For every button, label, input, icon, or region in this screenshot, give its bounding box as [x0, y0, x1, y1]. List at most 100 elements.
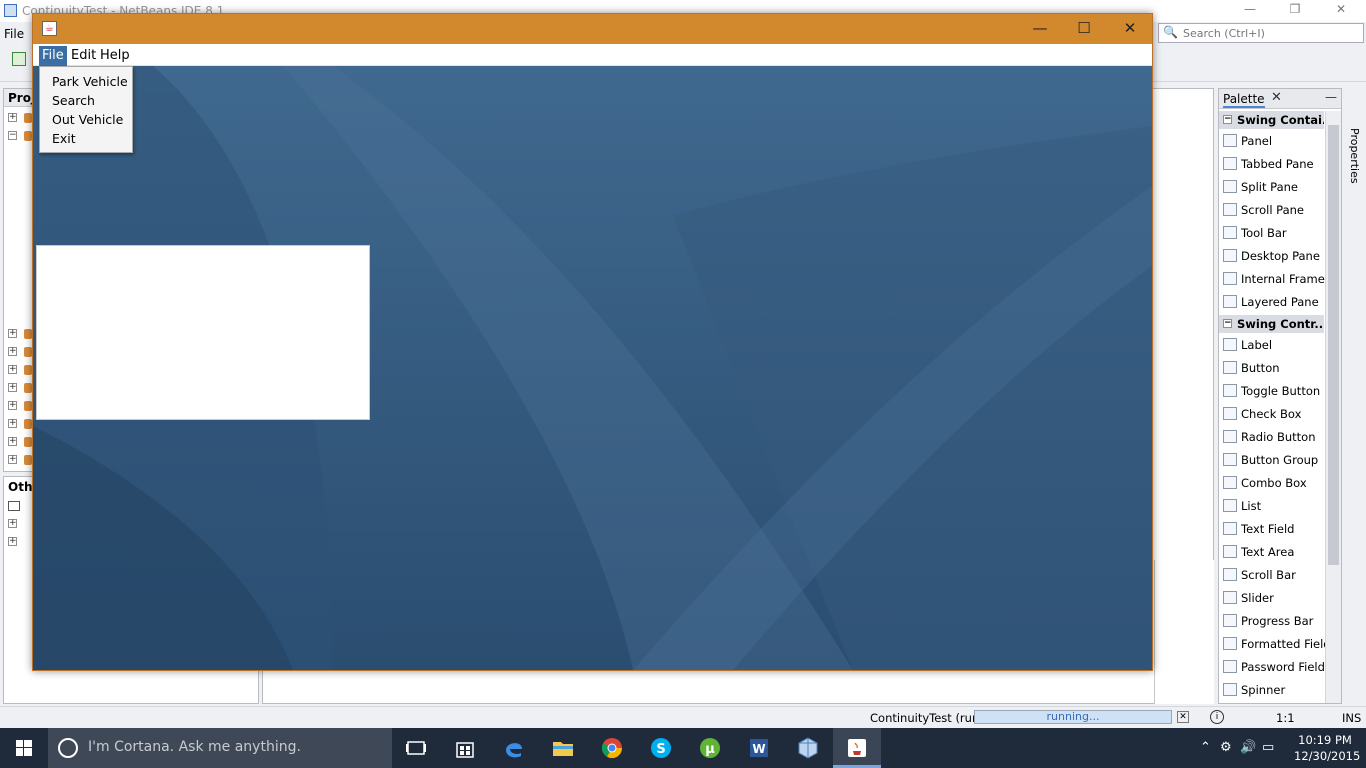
palette-item-tabbed-pane[interactable]: Tabbed Pane	[1219, 154, 1324, 177]
progress-text: running...	[1046, 710, 1100, 723]
menu-item-park-vehicle[interactable]: Park Vehicle	[40, 72, 132, 91]
collapse-icon[interactable]: −	[1223, 319, 1232, 328]
tabbed-pane-icon	[1223, 157, 1237, 170]
tree-collapse-icon[interactable]: −	[8, 131, 17, 140]
new-project-icon[interactable]	[12, 52, 26, 66]
palette-item-radio-button[interactable]: Radio Button	[1219, 427, 1324, 450]
output-area	[1154, 560, 1214, 704]
svg-text:S: S	[656, 742, 665, 757]
tree-expand-icon[interactable]: +	[8, 329, 17, 338]
scroll-pane-icon	[1223, 203, 1237, 216]
edge-app[interactable]	[490, 728, 538, 768]
palette-item-text-area[interactable]: Text Area	[1219, 542, 1324, 565]
palette-item-password-field[interactable]: Password Field	[1219, 657, 1325, 680]
system-tray: ⌃ ⚙ 🔊 ▭ 10:19 PM 12/30/2015	[1196, 728, 1366, 768]
palette-section-swing-containers[interactable]: − Swing Contai...	[1219, 111, 1324, 129]
palette-item-check-box[interactable]: Check Box	[1219, 404, 1324, 427]
tree-expand-icon[interactable]: +	[8, 401, 17, 410]
spinner-icon	[1223, 683, 1237, 696]
palette-item-scroll-bar[interactable]: Scroll Bar	[1219, 565, 1324, 588]
chrome-app[interactable]	[588, 728, 636, 768]
palette-item-desktop-pane[interactable]: Desktop Pane	[1219, 246, 1324, 269]
collapse-icon[interactable]: −	[1223, 115, 1232, 124]
palette-item-label[interactable]: Label	[1219, 335, 1324, 358]
skype-app[interactable]: S	[637, 728, 685, 768]
tree-expand-icon[interactable]: +	[8, 347, 17, 356]
menu-item-exit[interactable]: Exit	[40, 129, 132, 148]
project-icon	[24, 365, 32, 375]
tree-expand-icon[interactable]: +	[8, 537, 17, 546]
volume-icon[interactable]: 🔊	[1240, 740, 1256, 755]
ide-menu-file[interactable]: File	[4, 27, 24, 41]
tree-expand-icon[interactable]: +	[8, 455, 17, 464]
close-button[interactable]: ✕	[1113, 18, 1147, 40]
ide-search-input[interactable]	[1183, 24, 1361, 42]
virtualbox-app[interactable]	[784, 728, 832, 768]
chevron-up-icon[interactable]: ⌃	[1200, 740, 1211, 755]
network-icon[interactable]: ▭	[1262, 740, 1274, 755]
palette-item-slider[interactable]: Slider	[1219, 588, 1324, 611]
palette-item-text-field[interactable]: Text Field	[1219, 519, 1324, 542]
palette-section-swing-controls[interactable]: − Swing Contr...	[1219, 315, 1324, 333]
menu-help[interactable]: Help	[97, 46, 133, 66]
windows-logo-icon	[16, 740, 32, 756]
tree-expand-icon[interactable]: +	[8, 383, 17, 392]
tree-expand-icon[interactable]: +	[8, 437, 17, 446]
palette-item-formatted-field[interactable]: Formatted Field	[1219, 634, 1331, 657]
notification-icon[interactable]: i	[1210, 710, 1224, 724]
clock[interactable]: 10:19 PM 12/30/2015	[1294, 732, 1360, 764]
tray-app-icon[interactable]: ⚙	[1220, 740, 1232, 755]
minimize-button[interactable]: —	[1023, 18, 1057, 40]
ide-close-button[interactable]: ✕	[1331, 2, 1351, 20]
utorrent-icon: µ	[700, 738, 720, 758]
palette-item-combo-box[interactable]: Combo Box	[1219, 473, 1324, 496]
palette-item-toggle-button[interactable]: Toggle Button	[1219, 381, 1324, 404]
scrollbar-thumb[interactable]	[1328, 125, 1339, 565]
store-app[interactable]	[441, 728, 489, 768]
palette-item-list[interactable]: List	[1219, 496, 1324, 519]
palette-item-button-group[interactable]: Button Group	[1219, 450, 1324, 473]
menu-edit[interactable]: Edit	[68, 46, 99, 66]
palette-item-layered-pane[interactable]: Layered Pane	[1219, 292, 1324, 315]
palette-scrollbar[interactable]	[1325, 111, 1341, 703]
ide-quick-search[interactable]: 🔍	[1158, 23, 1364, 43]
ide-minimize-button[interactable]: —	[1240, 2, 1260, 20]
palette-item-internal-frame[interactable]: Internal Frame	[1219, 269, 1325, 292]
run-progress-bar[interactable]: running...	[974, 710, 1172, 724]
palette-item-scroll-pane[interactable]: Scroll Pane	[1219, 200, 1324, 223]
palette-item-tool-bar[interactable]: Tool Bar	[1219, 223, 1324, 246]
windows-taskbar: I'm Cortana. Ask me anything. S µ W ⌃ ⚙ …	[0, 728, 1366, 768]
tree-expand-icon[interactable]: +	[8, 113, 17, 122]
password-field-icon	[1223, 660, 1237, 673]
palette-item-progress-bar[interactable]: Progress Bar	[1219, 611, 1324, 634]
ide-restore-button[interactable]: ❐	[1285, 2, 1305, 20]
app-background	[33, 66, 1152, 670]
cortana-search-box[interactable]: I'm Cortana. Ask me anything.	[48, 728, 392, 768]
properties-tab[interactable]: Properties	[1348, 128, 1361, 184]
palette-tab[interactable]: Palette	[1223, 92, 1265, 108]
menu-item-search[interactable]: Search	[40, 91, 132, 110]
content-panel	[36, 245, 370, 420]
tree-expand-icon[interactable]: +	[8, 365, 17, 374]
palette-item-split-pane[interactable]: Split Pane	[1219, 177, 1324, 200]
menu-file[interactable]: File	[39, 46, 67, 66]
app-titlebar[interactable]: ☕ — ☐ ✕	[33, 14, 1152, 44]
menu-item-out-vehicle[interactable]: Out Vehicle	[40, 110, 132, 129]
folder-icon	[553, 742, 573, 756]
palette-item-spinner[interactable]: Spinner	[1219, 680, 1324, 703]
minimize-icon[interactable]: —	[1325, 90, 1337, 104]
tree-expand-icon[interactable]: +	[8, 519, 17, 528]
task-view-button[interactable]	[392, 728, 440, 768]
palette-item-button[interactable]: Button	[1219, 358, 1324, 381]
cancel-icon[interactable]: ✕	[1177, 711, 1189, 723]
palette-item-panel[interactable]: Panel	[1219, 131, 1324, 154]
java-app-taskbar[interactable]	[833, 728, 881, 768]
start-button[interactable]	[0, 728, 48, 768]
word-app[interactable]: W	[735, 728, 783, 768]
close-icon[interactable]: ✕	[1271, 90, 1282, 105]
svg-text:µ: µ	[705, 742, 715, 757]
tree-expand-icon[interactable]: +	[8, 419, 17, 428]
utorrent-app[interactable]: µ	[686, 728, 734, 768]
file-explorer-app[interactable]	[539, 728, 587, 768]
maximize-button[interactable]: ☐	[1067, 18, 1101, 40]
